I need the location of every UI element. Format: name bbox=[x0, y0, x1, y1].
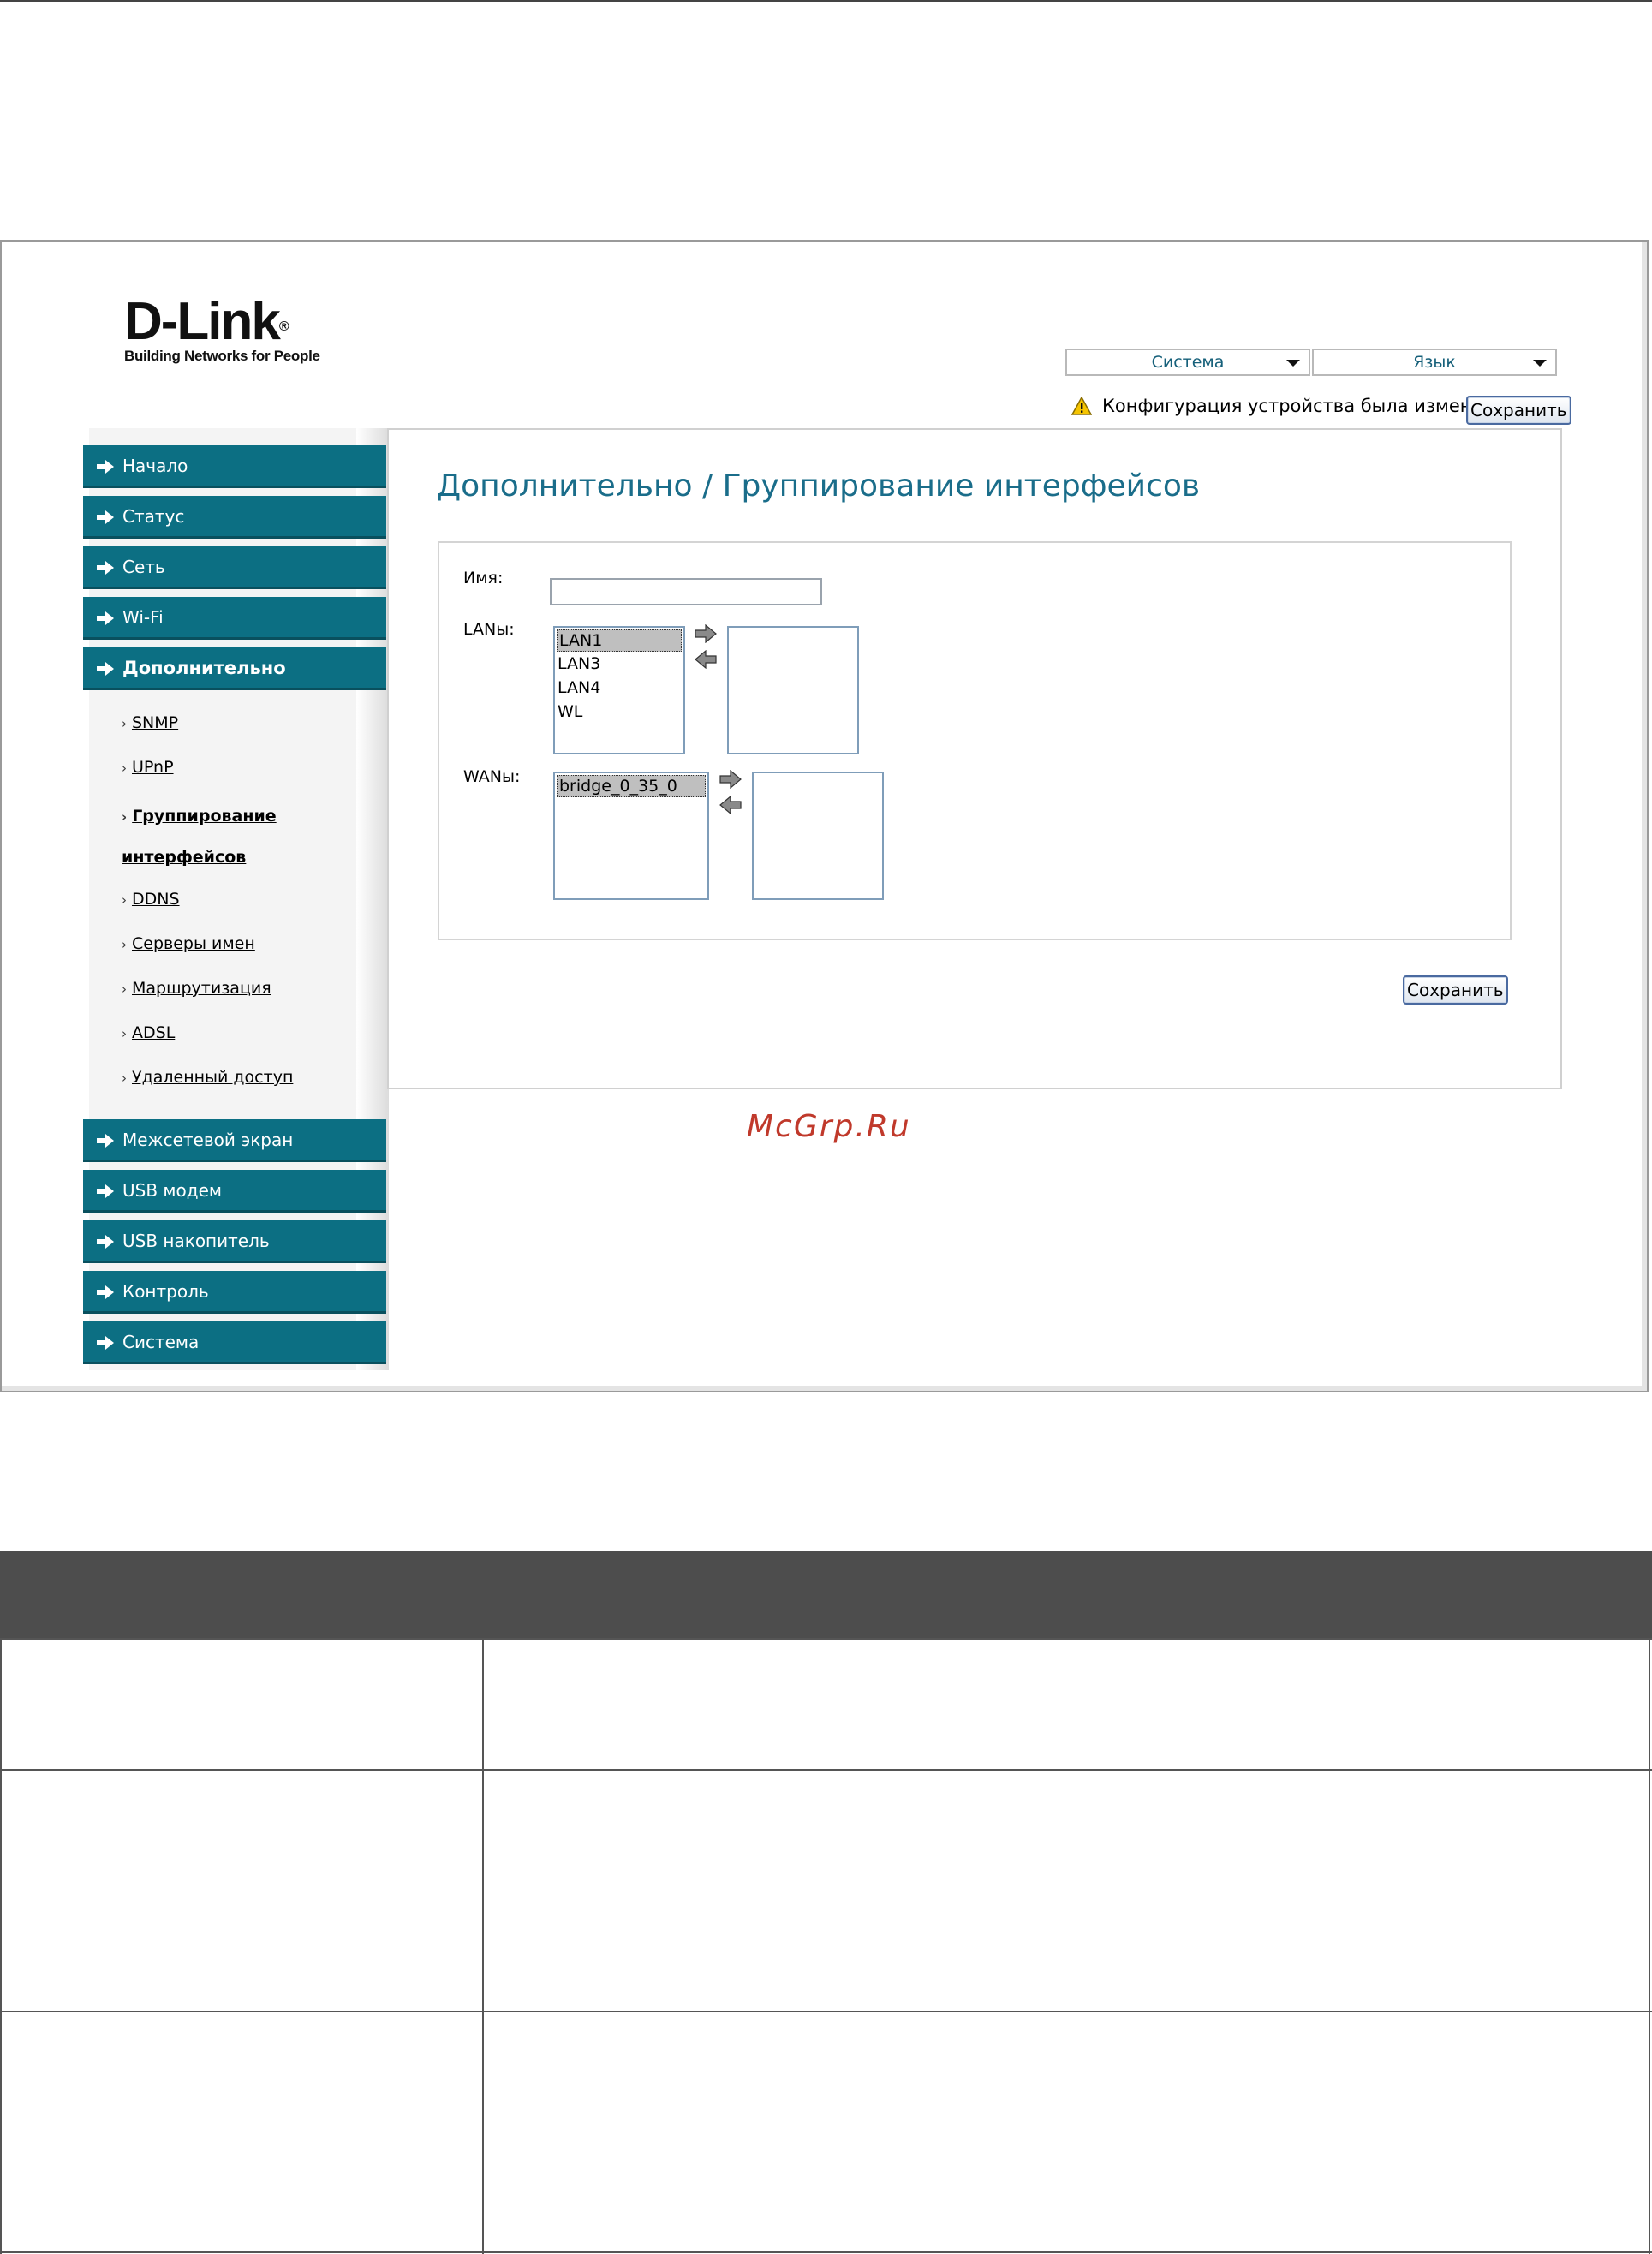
language-label: Язык bbox=[1413, 353, 1456, 372]
nav-item-usb-storage[interactable]: USB накопитель bbox=[83, 1220, 386, 1263]
save-config-button[interactable]: Сохранить bbox=[1466, 396, 1571, 425]
watermark: McGrp.Ru bbox=[747, 1109, 911, 1144]
page-title: Дополнительно / Группирование интерфейсо… bbox=[437, 468, 1201, 504]
chevron-down-icon bbox=[1533, 360, 1547, 367]
logo-tagline: Building Networks for People bbox=[124, 348, 320, 364]
nav-item-control[interactable]: Контроль bbox=[83, 1271, 386, 1314]
nav-item-wifi[interactable]: Wi-Fi bbox=[83, 597, 386, 640]
move-left-icon[interactable] bbox=[719, 796, 742, 814]
subnav-upnp[interactable]: › UPnP bbox=[122, 758, 174, 777]
subnav-routing[interactable]: › Маршрутизация bbox=[122, 979, 271, 998]
subnav-snmp[interactable]: › SNMP bbox=[122, 713, 178, 732]
arrow-right-icon bbox=[97, 611, 114, 625]
move-left-icon[interactable] bbox=[695, 650, 717, 669]
table-header bbox=[0, 1551, 1652, 1638]
arrow-right-icon bbox=[97, 1235, 114, 1249]
list-item[interactable]: LAN3 bbox=[555, 652, 683, 676]
arrow-right-icon bbox=[97, 561, 114, 575]
lans-label: LANы: bbox=[463, 620, 515, 639]
move-right-icon[interactable] bbox=[719, 770, 742, 789]
config-changed-notice: Конфигурация устройства была изменена bbox=[1071, 396, 1506, 416]
system-menu-dropdown[interactable]: Система bbox=[1065, 349, 1310, 376]
table-row bbox=[0, 2012, 1652, 2251]
nav-item-firewall[interactable]: Межсетевой экран bbox=[83, 1119, 386, 1162]
system-menu-label: Система bbox=[1151, 353, 1225, 372]
arrow-right-icon bbox=[97, 460, 114, 474]
nav-item-label: Дополнительно bbox=[122, 657, 286, 678]
arrow-right-icon bbox=[97, 510, 114, 524]
nav-item-system[interactable]: Система bbox=[83, 1321, 386, 1364]
language-dropdown[interactable]: Язык bbox=[1312, 349, 1557, 376]
subnav-interface-grouping[interactable]: › Группирование интерфейсов bbox=[122, 796, 379, 878]
wans-label: WANы: bbox=[463, 767, 521, 786]
subnav-name-servers[interactable]: › Серверы имен bbox=[122, 934, 255, 953]
table-row bbox=[0, 1640, 1652, 1769]
nav-item-status[interactable]: Статус bbox=[83, 496, 386, 539]
top-rule bbox=[0, 0, 1652, 2]
nav-item-label: Wi-Fi bbox=[122, 606, 164, 628]
nav-item-advanced[interactable]: Дополнительно bbox=[83, 647, 386, 690]
nav-item-label: Система bbox=[122, 1331, 200, 1352]
logo-brand: D-Link bbox=[124, 292, 281, 351]
table-row bbox=[0, 1771, 1652, 2011]
move-right-icon[interactable] bbox=[695, 624, 717, 643]
nav-item-label: USB накопитель bbox=[122, 1230, 270, 1251]
subnav-adsl[interactable]: › ADSL bbox=[122, 1023, 175, 1042]
warning-icon bbox=[1071, 397, 1092, 415]
nav-item-label: Начало bbox=[122, 455, 188, 476]
arrow-right-icon bbox=[97, 662, 114, 676]
chevron-down-icon bbox=[1286, 360, 1300, 367]
nav-item-home[interactable]: Начало bbox=[83, 445, 386, 488]
save-button[interactable]: Сохранить bbox=[1403, 975, 1508, 1005]
list-item[interactable]: WL bbox=[555, 700, 683, 724]
list-item[interactable]: bridge_0_35_0 bbox=[557, 775, 706, 797]
subnav-ddns[interactable]: › DDNS bbox=[122, 890, 180, 909]
wans-available-list[interactable]: bridge_0_35_0 bbox=[553, 772, 709, 900]
nav-item-label: Сеть bbox=[122, 556, 165, 577]
wans-selected-list[interactable] bbox=[752, 772, 884, 900]
arrow-right-icon bbox=[97, 1336, 114, 1350]
list-item[interactable]: LAN4 bbox=[555, 676, 683, 700]
dlink-logo: D-Link® Building Networks for People bbox=[124, 292, 320, 365]
notice-text: Конфигурация устройства была изменена bbox=[1102, 396, 1506, 416]
list-item[interactable]: LAN1 bbox=[557, 629, 682, 652]
lans-selected-list[interactable] bbox=[727, 626, 859, 754]
arrow-right-icon bbox=[97, 1285, 114, 1299]
lans-available-list[interactable]: LAN1 LAN3 LAN4 WL bbox=[553, 626, 685, 754]
arrow-right-icon bbox=[97, 1134, 114, 1148]
name-input[interactable] bbox=[550, 578, 822, 605]
nav-item-label: Статус bbox=[122, 505, 185, 527]
nav-item-label: USB модем bbox=[122, 1179, 222, 1201]
name-label: Имя: bbox=[463, 569, 504, 587]
nav-item-label: Контроль bbox=[122, 1280, 209, 1302]
nav-item-usb-modem[interactable]: USB модем bbox=[83, 1170, 386, 1213]
nav-item-network[interactable]: Сеть bbox=[83, 546, 386, 589]
subnav-remote-access[interactable]: › Удаленный доступ bbox=[122, 1068, 293, 1087]
nav-item-label: Межсетевой экран bbox=[122, 1129, 294, 1150]
arrow-right-icon bbox=[97, 1184, 114, 1198]
router-screenshot: D-Link® Building Networks for People Сис… bbox=[0, 240, 1649, 1392]
